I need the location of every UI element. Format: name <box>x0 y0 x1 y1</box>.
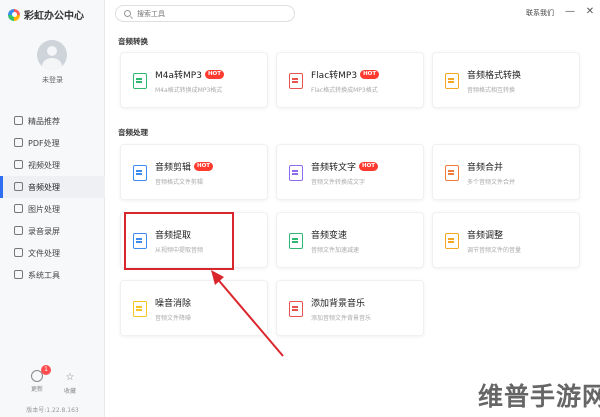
audio-cut-icon <box>133 165 147 181</box>
toolbox-icon <box>14 270 23 279</box>
version-text: 版本号:1.22.8.163 <box>26 407 79 414</box>
update-button[interactable]: 1 更新 <box>28 365 51 393</box>
sidebar-item-label: 音频处理 <box>28 182 60 192</box>
card-title: 添加背景音乐 <box>311 299 366 309</box>
rainbow-logo-icon <box>8 8 20 21</box>
hot-badge: HOT <box>359 162 379 171</box>
card-title: 音频合并 <box>467 163 504 173</box>
card-description: 调节音频文件的音量 <box>467 247 522 254</box>
tool-card-audio-speed[interactable]: 音频变速 音频文件加速减速 <box>276 212 424 268</box>
favorite-label: 收藏 <box>63 388 76 395</box>
tool-card-noise-removal[interactable]: 噪音消除 音频文件降噪 <box>120 280 268 336</box>
pdf-icon <box>14 138 23 147</box>
search-box[interactable] <box>115 5 295 22</box>
topbar: 联系我们 — ✕ <box>105 0 600 28</box>
card-title: M4a转MP3 <box>155 71 202 81</box>
update-badge: 1 <box>41 365 51 375</box>
sidebar-item-label: 文件处理 <box>28 248 60 258</box>
card-title: 音频剪辑 <box>155 163 192 173</box>
tool-card-audio-format-convert[interactable]: 音频格式转换 音频格式相互转换 <box>432 52 580 108</box>
search-icon <box>124 10 131 17</box>
card-description: 音频格式相互转换 <box>467 87 516 94</box>
hot-badge: HOT <box>360 70 380 79</box>
card-title: 音频格式转换 <box>467 71 522 81</box>
noise-removal-icon <box>133 301 147 317</box>
card-description: 添加音频文件背景音乐 <box>311 315 372 322</box>
audio-file-icon <box>445 73 459 89</box>
card-description: 音频文件降噪 <box>155 315 192 322</box>
sidebar-item-pdf[interactable]: PDF处理 <box>0 132 105 154</box>
app-title: 彩虹办公中心 <box>24 11 84 22</box>
tool-card-flac-to-mp3[interactable]: Flac转MP3 HOT Flac格式转换成MP3格式 <box>276 52 424 108</box>
hot-badge: HOT <box>194 162 214 171</box>
app-brand: 彩虹办公中心 <box>8 7 84 22</box>
card-title: 噪音消除 <box>155 299 192 309</box>
sidebar-item-recommended[interactable]: 精品推荐 <box>0 110 105 132</box>
tool-card-m4a-to-mp3[interactable]: M4a转MP3 HOT M4a格式转换成MP3格式 <box>120 52 268 108</box>
hot-badge: HOT <box>204 70 224 79</box>
contact-us-link[interactable]: 联系我们 <box>526 8 554 18</box>
speed-icon <box>289 233 303 249</box>
sidebar-item-file[interactable]: 文件处理 <box>0 242 105 264</box>
tool-card-audio-cut[interactable]: 音频剪辑 HOT 音频格式文件剪辑 <box>120 144 268 200</box>
background-music-icon <box>289 301 303 317</box>
update-label: 更新 <box>30 386 43 393</box>
card-description: 音频格式文件剪辑 <box>155 179 204 186</box>
sidebar-item-label: 系统工具 <box>28 270 60 280</box>
sidebar-item-record[interactable]: 录音录屏 <box>0 220 105 242</box>
flac-file-icon <box>289 73 303 89</box>
update-icon: 1 <box>31 365 51 382</box>
card-description: 音频文件加速减速 <box>311 247 360 254</box>
sidebar-nav: 精品推荐 PDF处理 视频处理 音频处理 图片处理 录音录屏 文件处理 系统工具 <box>0 110 105 286</box>
card-title: 音频变速 <box>311 231 348 241</box>
thumb-up-icon <box>14 116 23 125</box>
card-description: M4a格式转换成MP3格式 <box>155 87 223 94</box>
tool-card-add-background-music[interactable]: 添加背景音乐 添加音频文件背景音乐 <box>276 280 424 336</box>
sidebar-item-label: 图片处理 <box>28 204 60 214</box>
image-icon <box>14 204 23 213</box>
highlight-box <box>124 212 234 270</box>
sidebar-item-label: 精品推荐 <box>28 116 60 126</box>
sidebar: 彩虹办公中心 未登录 精品推荐 PDF处理 视频处理 音频处理 图片处理 录音录… <box>0 0 105 417</box>
tool-card-audio-adjust[interactable]: 音频调整 调节音频文件的音量 <box>432 212 580 268</box>
card-title: Flac转MP3 <box>311 71 358 81</box>
card-description: 多个音频文件合并 <box>467 179 516 186</box>
sidebar-item-label: 录音录屏 <box>28 226 60 236</box>
m4a-file-icon <box>133 73 147 89</box>
tool-card-audio-to-text[interactable]: 音频转文字 HOT 音频文件转换成文字 <box>276 144 424 200</box>
close-icon[interactable]: ✕ <box>584 6 596 18</box>
video-icon <box>14 160 23 169</box>
audio-merge-icon <box>445 165 459 181</box>
avatar[interactable] <box>37 40 67 70</box>
login-status[interactable]: 未登录 <box>0 75 105 85</box>
sidebar-item-video[interactable]: 视频处理 <box>0 154 105 176</box>
minimize-icon[interactable]: — <box>564 6 576 18</box>
sidebar-item-system[interactable]: 系统工具 <box>0 264 105 286</box>
sidebar-item-label: 视频处理 <box>28 160 60 170</box>
card-title: 音频转文字 <box>311 163 357 173</box>
section-title-audio-process: 音频处理 <box>118 128 148 137</box>
card-description: 音频文件转换成文字 <box>311 179 366 186</box>
favorite-button[interactable]: ☆ 收藏 <box>61 372 79 395</box>
sidebar-item-image[interactable]: 图片处理 <box>0 198 105 220</box>
search-input[interactable] <box>137 9 277 18</box>
card-description: Flac格式转换成MP3格式 <box>311 87 378 94</box>
card-title: 音频调整 <box>467 231 504 241</box>
sidebar-item-label: PDF处理 <box>28 138 60 148</box>
folder-icon <box>14 248 23 257</box>
record-icon <box>14 226 23 235</box>
volume-icon <box>445 233 459 249</box>
section-title-audio-convert: 音频转换 <box>118 37 148 46</box>
sidebar-item-audio[interactable]: 音频处理 <box>0 176 105 198</box>
star-icon: ☆ <box>65 372 75 383</box>
tool-card-audio-merge[interactable]: 音频合并 多个音频文件合并 <box>432 144 580 200</box>
audio-to-text-icon <box>289 165 303 181</box>
music-note-icon <box>14 182 23 191</box>
watermark: 维普手游网 <box>478 382 600 411</box>
